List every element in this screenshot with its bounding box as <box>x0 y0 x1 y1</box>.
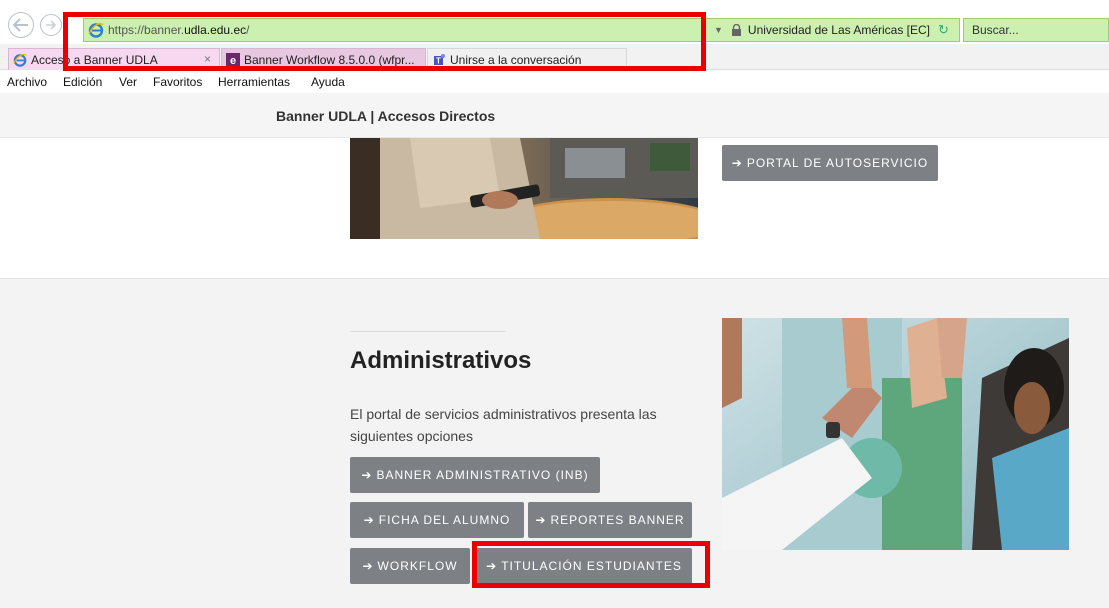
arrow-right-icon: ➔ <box>363 513 375 527</box>
menu-ver[interactable]: Ver <box>119 75 137 89</box>
section-divider <box>350 331 506 332</box>
button-label: PORTAL DE AUTOSERVICIO <box>746 156 929 170</box>
arrow-right-icon: ➔ <box>362 559 374 573</box>
page-title[interactable]: Banner UDLA | Accesos Directos <box>276 108 495 124</box>
forward-button[interactable] <box>40 14 62 36</box>
back-arrow-icon <box>12 18 28 32</box>
forward-arrow-icon <box>46 20 57 30</box>
address-bar-highlight <box>63 12 706 71</box>
student-photo-image <box>350 138 698 239</box>
section-title: Administrativos <box>350 347 532 374</box>
student-tablet-photo <box>350 138 698 239</box>
button-label: REPORTES BANNER <box>550 513 685 527</box>
reportes-banner-button[interactable]: ➔ REPORTES BANNER <box>528 502 692 538</box>
titulacion-button-highlight <box>472 541 710 588</box>
menu-ayuda[interactable]: Ayuda <box>311 75 345 89</box>
button-label: BANNER ADMINISTRATIVO (INB) <box>376 468 589 482</box>
menu-bar: Archivo Edición Ver Favoritos Herramient… <box>0 71 1109 93</box>
button-label: WORKFLOW <box>377 559 458 573</box>
address-dropdown-icon[interactable]: ▼ <box>714 25 723 35</box>
banner-administrativo-button[interactable]: ➔ BANNER ADMINISTRATIVO (INB) <box>350 457 600 493</box>
arrow-right-icon: ➔ <box>731 156 743 170</box>
arrow-right-icon: ➔ <box>361 468 373 482</box>
back-button[interactable] <box>8 12 34 38</box>
browser-search-input[interactable]: Buscar... <box>963 18 1109 42</box>
menu-archivo[interactable]: Archivo <box>7 75 47 89</box>
ficha-alumno-button[interactable]: ➔ FICHA DEL ALUMNO <box>350 502 524 538</box>
refresh-icon[interactable]: ↻ <box>938 22 949 38</box>
site-identity-area[interactable]: ▼ Universidad de Las Américas [EC] ↻ <box>706 18 960 42</box>
site-identity-label: Universidad de Las Américas [EC] <box>747 23 931 37</box>
search-placeholder: Buscar... <box>972 23 1019 37</box>
staff-highfive-image <box>722 318 1069 550</box>
menu-favoritos[interactable]: Favoritos <box>153 75 202 89</box>
portal-autoservicio-button[interactable]: ➔ PORTAL DE AUTOSERVICIO <box>722 145 938 181</box>
ie-logo-icon <box>13 53 27 67</box>
button-label: FICHA DEL ALUMNO <box>378 513 511 527</box>
menu-herramientas[interactable]: Herramientas <box>218 75 290 89</box>
page-header: Banner UDLA | Accesos Directos <box>0 93 1109 138</box>
workflow-button[interactable]: ➔ WORKFLOW <box>350 548 470 584</box>
arrow-right-icon: ➔ <box>535 513 547 527</box>
menu-edicion[interactable]: Edición <box>63 75 102 89</box>
high-five-photo <box>722 318 1069 550</box>
browser-window: https://banner.udla.edu.ec/ ▼ Universida… <box>0 0 1109 608</box>
section-description: El portal de servicios administrativos p… <box>350 406 657 444</box>
lock-icon <box>731 24 741 36</box>
